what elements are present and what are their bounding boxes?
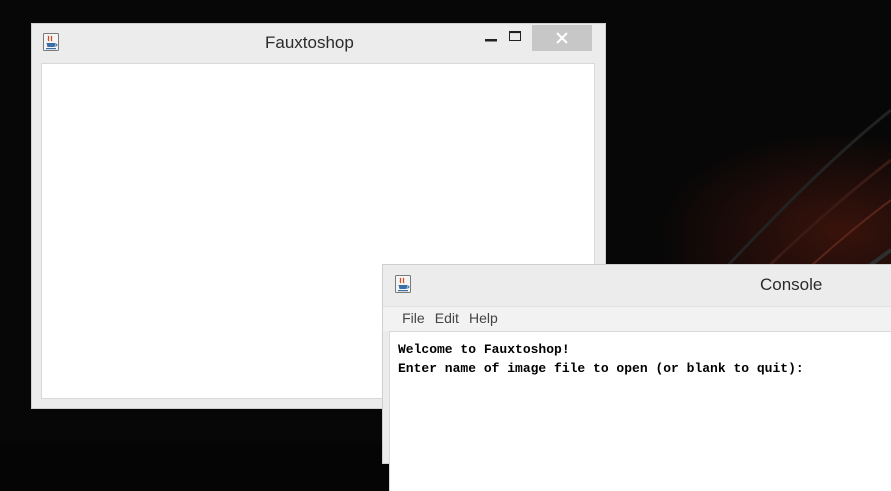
maximize-button[interactable] [503, 25, 527, 51]
console-output[interactable]: Welcome to Fauxtoshop! Enter name of imag… [389, 331, 891, 491]
close-icon [556, 32, 568, 44]
menu-edit[interactable]: Edit [435, 307, 459, 329]
maximize-icon [509, 31, 521, 41]
console-line: Welcome to Fauxtoshop! [398, 342, 570, 357]
java-cup-icon[interactable] [395, 275, 411, 293]
minimize-button[interactable] [479, 25, 503, 51]
menu-bar: File Edit Help [383, 306, 891, 331]
console-titlebar[interactable]: Console [383, 265, 891, 305]
console-line: Enter name of image file to open (or bla… [398, 361, 804, 376]
java-cup-icon[interactable] [43, 33, 59, 51]
minimize-icon [485, 39, 497, 42]
fauxtoshop-titlebar[interactable]: Fauxtoshop [32, 24, 605, 62]
window-title: Console [760, 275, 823, 294]
menu-help[interactable]: Help [469, 307, 498, 329]
console-window: Console File Edit Help Welcome to Fauxto… [382, 264, 891, 491]
window-title: Fauxtoshop [265, 33, 354, 52]
close-button[interactable] [532, 25, 592, 51]
menu-file[interactable]: File [402, 307, 425, 329]
